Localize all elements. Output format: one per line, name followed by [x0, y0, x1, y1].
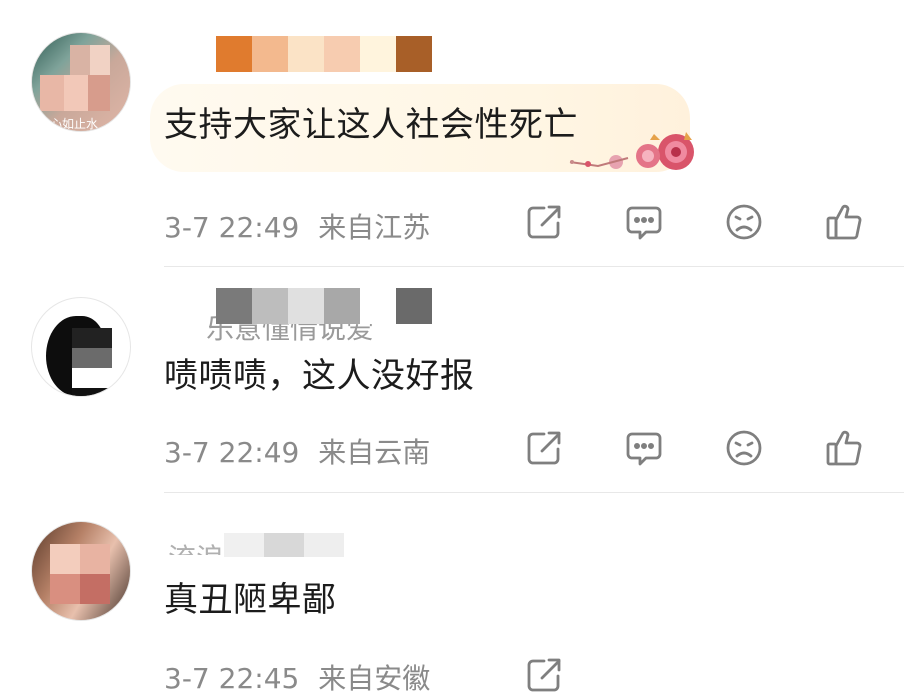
comment-text: 真丑陋卑鄙 — [164, 580, 337, 620]
dislike-button[interactable] — [722, 200, 766, 244]
username-mosaic — [224, 533, 344, 557]
comment-icon — [626, 206, 662, 240]
comment-actions — [520, 653, 880, 697]
share-icon — [527, 658, 561, 692]
comment-meta: 3-7 22:49 来自云南 — [164, 431, 430, 471]
share-icon — [527, 431, 561, 465]
dislike-icon — [726, 430, 762, 466]
comment-actions — [520, 426, 880, 470]
share-button[interactable] — [522, 200, 566, 244]
comment-icon — [626, 432, 662, 466]
rose-decoration-icon — [569, 132, 694, 170]
username-mosaic — [216, 288, 432, 324]
comment-item: 心如止水 支持大家让这人社会性死亡 3-7 22:49 来自江苏 — [0, 0, 904, 266]
comment-text: 支持大家让这人社会性死亡 — [164, 105, 578, 145]
comment-meta: 3-7 22:49 来自江苏 — [164, 206, 430, 246]
username-mosaic — [216, 36, 432, 72]
comment-actions — [520, 200, 880, 244]
like-icon — [826, 430, 862, 466]
comment-time: 3-7 22:45 — [164, 662, 300, 695]
share-button[interactable] — [522, 653, 566, 697]
reply-button[interactable] — [622, 200, 666, 244]
like-button[interactable] — [822, 426, 866, 470]
dislike-button[interactable] — [722, 426, 766, 470]
comment-location: 来自江苏 — [318, 211, 431, 244]
share-button[interactable] — [522, 426, 566, 470]
share-icon — [527, 205, 561, 239]
avatar[interactable]: 心如止水 — [31, 32, 131, 132]
comment-location: 来自安徽 — [318, 662, 431, 695]
dislike-icon — [726, 204, 762, 240]
avatar[interactable] — [31, 297, 131, 397]
comment-text: 啧啧啧，这人没好报 — [164, 356, 475, 396]
comment-item: 流浪在流浪 真丑陋卑鄙 3-7 22:45 来自安徽 — [0, 493, 904, 696]
like-button[interactable] — [822, 200, 866, 244]
avatar[interactable] — [31, 521, 131, 621]
comment-meta: 3-7 22:45 来自安徽 — [164, 657, 430, 697]
username[interactable] — [164, 36, 432, 72]
comment-location: 来自云南 — [318, 436, 431, 469]
comment-time: 3-7 22:49 — [164, 211, 300, 244]
comment-item: 乐意懂情说爱 啧啧啧，这人没好报 3-7 22:49 来自云南 — [0, 267, 904, 492]
avatar-caption: 心如止水 — [50, 117, 99, 131]
reply-button[interactable] — [622, 426, 666, 470]
like-icon — [826, 204, 862, 240]
comment-time: 3-7 22:49 — [164, 436, 300, 469]
